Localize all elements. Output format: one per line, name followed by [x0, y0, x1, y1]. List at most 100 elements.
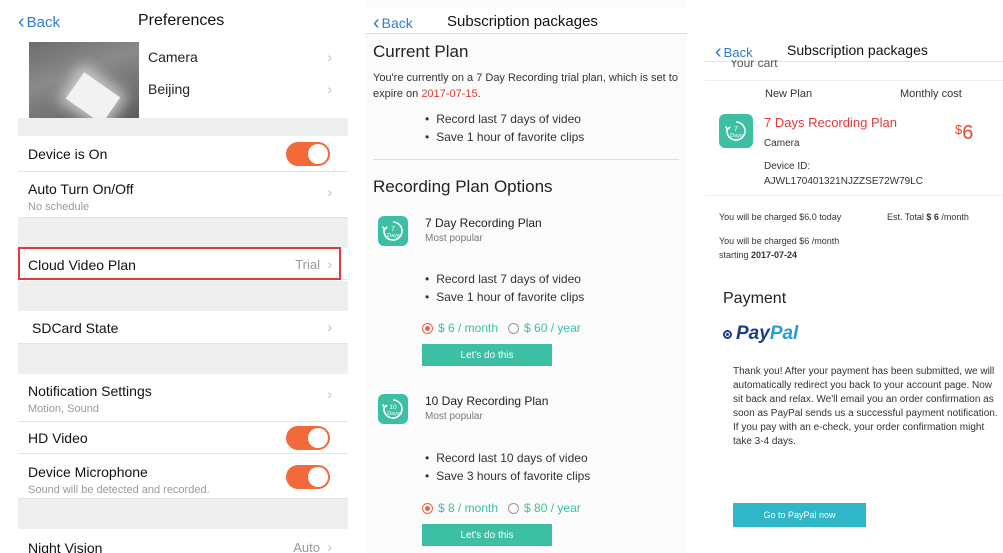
hd-video-toggle[interactable]	[286, 426, 330, 450]
yearly-radio[interactable]	[508, 502, 520, 514]
camera-location[interactable]: Beijing	[148, 81, 190, 97]
starting-date-value: 2017-07-24	[751, 250, 798, 260]
paypal-logo-pay: Pay	[736, 323, 770, 344]
device-on-toggle[interactable]	[286, 142, 330, 166]
plan-features: Record last 10 days of video Save 3 hour…	[425, 449, 590, 485]
subscription-screen: ‹ Back Subscription packages Current Pla…	[365, 0, 687, 553]
expiry-date: 2017-07-15	[421, 88, 478, 100]
go-to-paypal-button[interactable]: Go to PayPal now	[733, 503, 866, 527]
section-divider	[18, 499, 348, 529]
cart-device-name: Camera	[764, 138, 800, 149]
monthly-radio[interactable]	[422, 322, 433, 334]
back-button[interactable]: ‹ Back	[715, 42, 753, 62]
microphone-toggle[interactable]	[286, 465, 330, 489]
plan-7-days-icon: 7 Days	[719, 114, 753, 148]
cart-heading: Your cart	[730, 60, 778, 68]
lets-do-this-button[interactable]: Let's do this	[422, 344, 552, 366]
est-total: Est. Total $ 6 /month	[887, 212, 969, 222]
auto-turn-row[interactable]: Auto Turn On/Off No schedule ›	[18, 172, 348, 218]
camera-thumbnail[interactable]	[29, 42, 139, 119]
options-heading: Recording Plan Options	[373, 177, 553, 196]
chevron-right-icon: ›	[327, 386, 332, 402]
night-vision-value: Auto	[293, 540, 320, 553]
subscription-navbar: ‹ Back Subscription packages	[365, 8, 687, 34]
chevron-right-icon: ›	[327, 184, 332, 200]
plan-name: 7 Day Recording Plan	[425, 216, 542, 230]
est-total-value: $ 6	[926, 212, 939, 222]
sdcard-label: SDCard State	[32, 320, 119, 336]
night-vision-row[interactable]: Night Vision Auto ›	[18, 529, 348, 553]
chevron-right-icon: ›	[327, 539, 332, 553]
svg-text:7: 7	[391, 226, 395, 233]
cloud-video-plan-row[interactable]: Cloud Video Plan Trial ›	[18, 248, 348, 280]
monthly-radio[interactable]	[422, 502, 433, 514]
plan-features: Record last 7 days of video Save 1 hour …	[425, 270, 584, 306]
current-plan-heading: Current Plan	[373, 42, 469, 61]
cloud-plan-value: Trial	[295, 257, 320, 272]
yearly-price[interactable]: $ 80 / year	[524, 501, 581, 515]
svg-text:Days: Days	[730, 133, 743, 139]
back-button[interactable]: ‹ Back	[373, 13, 413, 33]
plan-billing-options: $ 6 / month $ 60 / year	[422, 321, 581, 335]
yearly-radio[interactable]	[508, 322, 520, 334]
camera-name[interactable]: Camera	[148, 49, 198, 65]
plan-7-days-icon: 7 Days	[378, 216, 408, 246]
hd-video-label: HD Video	[28, 430, 88, 446]
feature-item: Record last 7 days of video	[425, 270, 584, 288]
cart-price: $6	[955, 122, 973, 145]
col-new-plan: New Plan	[765, 88, 813, 100]
back-label: Back	[381, 15, 413, 31]
charged-monthly: You will be charged $6 /month	[719, 236, 840, 246]
section-divider	[18, 281, 348, 311]
payment-info-text: Thank you! After your payment has been s…	[733, 366, 998, 447]
svg-text:Days: Days	[387, 233, 400, 239]
chevron-left-icon: ‹	[18, 11, 25, 33]
paypal-option[interactable]: Pay Pal	[723, 323, 798, 345]
notification-sub: Motion, Sound	[28, 403, 99, 415]
auto-turn-sub: No schedule	[28, 201, 90, 213]
back-button[interactable]: ‹ Back	[18, 12, 60, 32]
paypal-logo-pal: Pal	[769, 323, 799, 344]
chevron-left-icon: ‹	[715, 41, 722, 63]
section-divider	[18, 118, 348, 136]
section-divider	[18, 218, 348, 248]
divider	[373, 159, 679, 160]
plan-sub: Most popular	[425, 233, 483, 244]
starting-date: starting 2017-07-24	[719, 250, 797, 260]
back-label: Back	[723, 44, 753, 60]
sdcard-row[interactable]: SDCard State ›	[18, 311, 348, 344]
monthly-price[interactable]: $ 6 / month	[438, 321, 498, 335]
page-title: Subscription packages	[787, 42, 928, 58]
feature-item: Save 1 hour of favorite clips	[425, 288, 584, 306]
chevron-left-icon: ‹	[373, 12, 380, 34]
cart-navbar: ‹ Back Subscription packages	[705, 38, 1003, 62]
current-plan-features: Record last 7 days of video Save 1 hour …	[425, 110, 584, 146]
notification-label: Notification Settings	[28, 383, 152, 399]
charged-today: You will be charged $6.0 today	[719, 212, 842, 222]
col-monthly-cost: Monthly cost	[900, 88, 962, 100]
plan-sub: Most popular	[425, 411, 483, 422]
device-id-label: Device ID:	[764, 161, 811, 172]
payment-heading: Payment	[723, 290, 787, 307]
microphone-sub: Sound will be detected and recorded.	[28, 484, 210, 496]
chevron-right-icon: ›	[327, 256, 332, 272]
lets-do-this-button[interactable]: Let's do this	[422, 524, 552, 546]
page-title: Preferences	[138, 12, 225, 29]
cart-plan-name: 7 Days Recording Plan	[764, 115, 897, 130]
night-vision-label: Night Vision	[28, 540, 103, 553]
microphone-label: Device Microphone	[28, 464, 148, 480]
feature-item: Record last 10 days of video	[425, 449, 590, 467]
chevron-right-icon: ›	[327, 81, 332, 97]
feature-item: Save 1 hour of favorite clips	[425, 128, 584, 146]
back-label: Back	[26, 13, 61, 31]
monthly-price[interactable]: $ 8 / month	[438, 501, 498, 515]
notification-settings-row[interactable]: Notification Settings Motion, Sound ›	[18, 374, 348, 422]
hd-video-row: HD Video	[18, 422, 348, 454]
paypal-radio[interactable]	[723, 329, 732, 339]
svg-text:10: 10	[389, 404, 397, 411]
est-total-suffix: /month	[938, 212, 969, 222]
est-total-prefix: Est. Total	[887, 212, 927, 222]
yearly-price[interactable]: $ 60 / year	[524, 321, 581, 335]
section-divider	[18, 344, 348, 374]
price-value: 6	[962, 122, 974, 144]
